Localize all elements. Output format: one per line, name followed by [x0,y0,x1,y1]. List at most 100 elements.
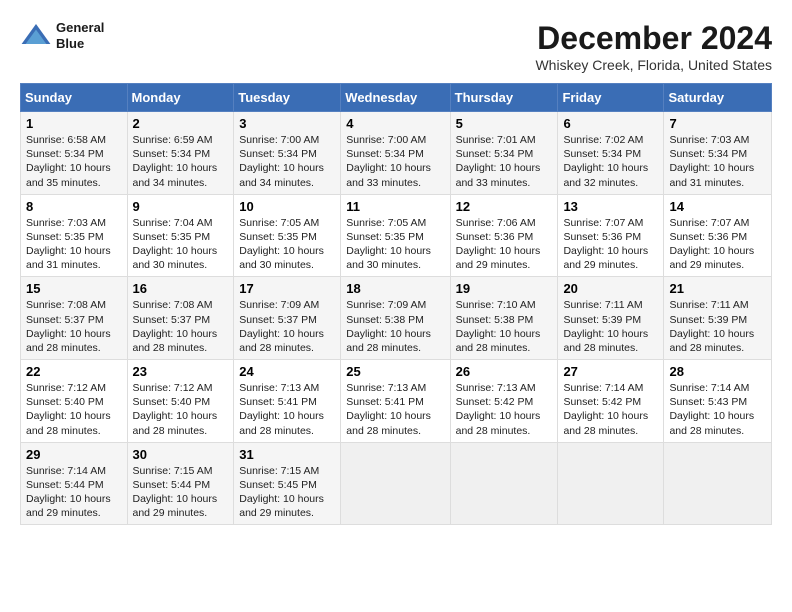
logo-text: General Blue [56,20,104,51]
day-details: Sunrise: 7:14 AM Sunset: 5:43 PM Dayligh… [669,381,766,438]
week-row-2: 8 Sunrise: 7:03 AM Sunset: 5:35 PM Daylig… [21,194,772,277]
day-number: 12 [456,199,553,214]
day-number: 13 [563,199,658,214]
calendar-cell: 25 Sunrise: 7:13 AM Sunset: 5:41 PM Dayli… [341,360,450,443]
calendar-cell: 28Sunrise: 7:14 AM Sunset: 5:43 PM Dayli… [664,360,772,443]
day-number: 20 [563,281,658,296]
calendar-cell [664,442,772,525]
day-details: Sunrise: 7:15 AM Sunset: 5:44 PM Dayligh… [133,464,229,521]
month-title: December 2024 [535,20,772,57]
day-number: 9 [133,199,229,214]
day-number: 24 [239,364,335,379]
calendar-cell: 12 Sunrise: 7:06 AM Sunset: 5:36 PM Dayli… [450,194,558,277]
calendar-cell: 8 Sunrise: 7:03 AM Sunset: 5:35 PM Daylig… [21,194,128,277]
day-details: Sunrise: 7:03 AM Sunset: 5:34 PM Dayligh… [669,133,766,190]
calendar-cell: 11 Sunrise: 7:05 AM Sunset: 5:35 PM Dayli… [341,194,450,277]
calendar-cell: 27 Sunrise: 7:14 AM Sunset: 5:42 PM Dayli… [558,360,664,443]
day-number: 26 [456,364,553,379]
day-number: 5 [456,116,553,131]
calendar-cell: 22 Sunrise: 7:12 AM Sunset: 5:40 PM Dayli… [21,360,128,443]
calendar-cell: 7Sunrise: 7:03 AM Sunset: 5:34 PM Daylig… [664,112,772,195]
calendar-cell: 16 Sunrise: 7:08 AM Sunset: 5:37 PM Dayli… [127,277,234,360]
day-number: 19 [456,281,553,296]
day-details: Sunrise: 7:01 AM Sunset: 5:34 PM Dayligh… [456,133,553,190]
calendar-cell: 6 Sunrise: 7:02 AM Sunset: 5:34 PM Daylig… [558,112,664,195]
day-details: Sunrise: 7:13 AM Sunset: 5:41 PM Dayligh… [239,381,335,438]
calendar-cell [341,442,450,525]
day-number: 21 [669,281,766,296]
col-header-sunday: Sunday [21,84,128,112]
day-number: 4 [346,116,444,131]
day-number: 29 [26,447,122,462]
day-number: 18 [346,281,444,296]
header-row: SundayMondayTuesdayWednesdayThursdayFrid… [21,84,772,112]
week-row-1: 1Sunrise: 6:58 AM Sunset: 5:34 PM Daylig… [21,112,772,195]
day-details: Sunrise: 7:13 AM Sunset: 5:41 PM Dayligh… [346,381,444,438]
calendar-cell: 17 Sunrise: 7:09 AM Sunset: 5:37 PM Dayli… [234,277,341,360]
calendar-cell: 9Sunrise: 7:04 AM Sunset: 5:35 PM Daylig… [127,194,234,277]
calendar-cell: 21 Sunrise: 7:11 AM Sunset: 5:39 PM Dayli… [664,277,772,360]
day-number: 3 [239,116,335,131]
col-header-tuesday: Tuesday [234,84,341,112]
day-details: Sunrise: 7:13 AM Sunset: 5:42 PM Dayligh… [456,381,553,438]
calendar-cell: 18 Sunrise: 7:09 AM Sunset: 5:38 PM Dayli… [341,277,450,360]
day-number: 31 [239,447,335,462]
calendar-cell: 23 Sunrise: 7:12 AM Sunset: 5:40 PM Dayli… [127,360,234,443]
day-details: Sunrise: 7:12 AM Sunset: 5:40 PM Dayligh… [133,381,229,438]
day-number: 16 [133,281,229,296]
day-number: 22 [26,364,122,379]
day-number: 10 [239,199,335,214]
calendar-cell: 13 Sunrise: 7:07 AM Sunset: 5:36 PM Dayli… [558,194,664,277]
day-details: Sunrise: 7:11 AM Sunset: 5:39 PM Dayligh… [669,298,766,355]
day-details: Sunrise: 7:05 AM Sunset: 5:35 PM Dayligh… [346,216,444,273]
day-number: 17 [239,281,335,296]
day-number: 14 [669,199,766,214]
day-number: 27 [563,364,658,379]
calendar-cell: 30 Sunrise: 7:15 AM Sunset: 5:44 PM Dayli… [127,442,234,525]
day-details: Sunrise: 7:02 AM Sunset: 5:34 PM Dayligh… [563,133,658,190]
calendar-cell: 15 Sunrise: 7:08 AM Sunset: 5:37 PM Dayli… [21,277,128,360]
day-number: 6 [563,116,658,131]
logo-icon [20,20,52,52]
col-header-monday: Monday [127,84,234,112]
day-details: Sunrise: 7:10 AM Sunset: 5:38 PM Dayligh… [456,298,553,355]
logo: General Blue [20,20,104,52]
calendar-cell: 19 Sunrise: 7:10 AM Sunset: 5:38 PM Dayli… [450,277,558,360]
day-number: 23 [133,364,229,379]
day-details: Sunrise: 7:03 AM Sunset: 5:35 PM Dayligh… [26,216,122,273]
day-number: 30 [133,447,229,462]
day-details: Sunrise: 7:08 AM Sunset: 5:37 PM Dayligh… [133,298,229,355]
day-details: Sunrise: 7:14 AM Sunset: 5:42 PM Dayligh… [563,381,658,438]
day-details: Sunrise: 7:09 AM Sunset: 5:37 PM Dayligh… [239,298,335,355]
calendar-cell [450,442,558,525]
day-details: Sunrise: 7:07 AM Sunset: 5:36 PM Dayligh… [669,216,766,273]
day-number: 15 [26,281,122,296]
week-row-3: 15 Sunrise: 7:08 AM Sunset: 5:37 PM Dayli… [21,277,772,360]
calendar-cell: 4 Sunrise: 7:00 AM Sunset: 5:34 PM Daylig… [341,112,450,195]
day-number: 8 [26,199,122,214]
day-details: Sunrise: 7:00 AM Sunset: 5:34 PM Dayligh… [239,133,335,190]
calendar-cell: 20Sunrise: 7:11 AM Sunset: 5:39 PM Dayli… [558,277,664,360]
calendar-cell: 14 Sunrise: 7:07 AM Sunset: 5:36 PM Dayli… [664,194,772,277]
calendar-cell: 2Sunrise: 6:59 AM Sunset: 5:34 PM Daylig… [127,112,234,195]
day-details: Sunrise: 7:15 AM Sunset: 5:45 PM Dayligh… [239,464,335,521]
week-row-5: 29 Sunrise: 7:14 AM Sunset: 5:44 PM Dayli… [21,442,772,525]
location: Whiskey Creek, Florida, United States [535,57,772,73]
day-number: 25 [346,364,444,379]
day-number: 11 [346,199,444,214]
calendar-cell: 24 Sunrise: 7:13 AM Sunset: 5:41 PM Dayli… [234,360,341,443]
day-details: Sunrise: 7:09 AM Sunset: 5:38 PM Dayligh… [346,298,444,355]
col-header-friday: Friday [558,84,664,112]
calendar-cell: 10 Sunrise: 7:05 AM Sunset: 5:35 PM Dayli… [234,194,341,277]
day-details: Sunrise: 7:08 AM Sunset: 5:37 PM Dayligh… [26,298,122,355]
calendar-cell: 5 Sunrise: 7:01 AM Sunset: 5:34 PM Daylig… [450,112,558,195]
day-details: Sunrise: 7:06 AM Sunset: 5:36 PM Dayligh… [456,216,553,273]
day-details: Sunrise: 7:07 AM Sunset: 5:36 PM Dayligh… [563,216,658,273]
calendar-cell: 3 Sunrise: 7:00 AM Sunset: 5:34 PM Daylig… [234,112,341,195]
day-details: Sunrise: 7:05 AM Sunset: 5:35 PM Dayligh… [239,216,335,273]
calendar-cell: 1Sunrise: 6:58 AM Sunset: 5:34 PM Daylig… [21,112,128,195]
day-details: Sunrise: 7:14 AM Sunset: 5:44 PM Dayligh… [26,464,122,521]
col-header-saturday: Saturday [664,84,772,112]
day-details: Sunrise: 7:00 AM Sunset: 5:34 PM Dayligh… [346,133,444,190]
day-details: Sunrise: 7:12 AM Sunset: 5:40 PM Dayligh… [26,381,122,438]
